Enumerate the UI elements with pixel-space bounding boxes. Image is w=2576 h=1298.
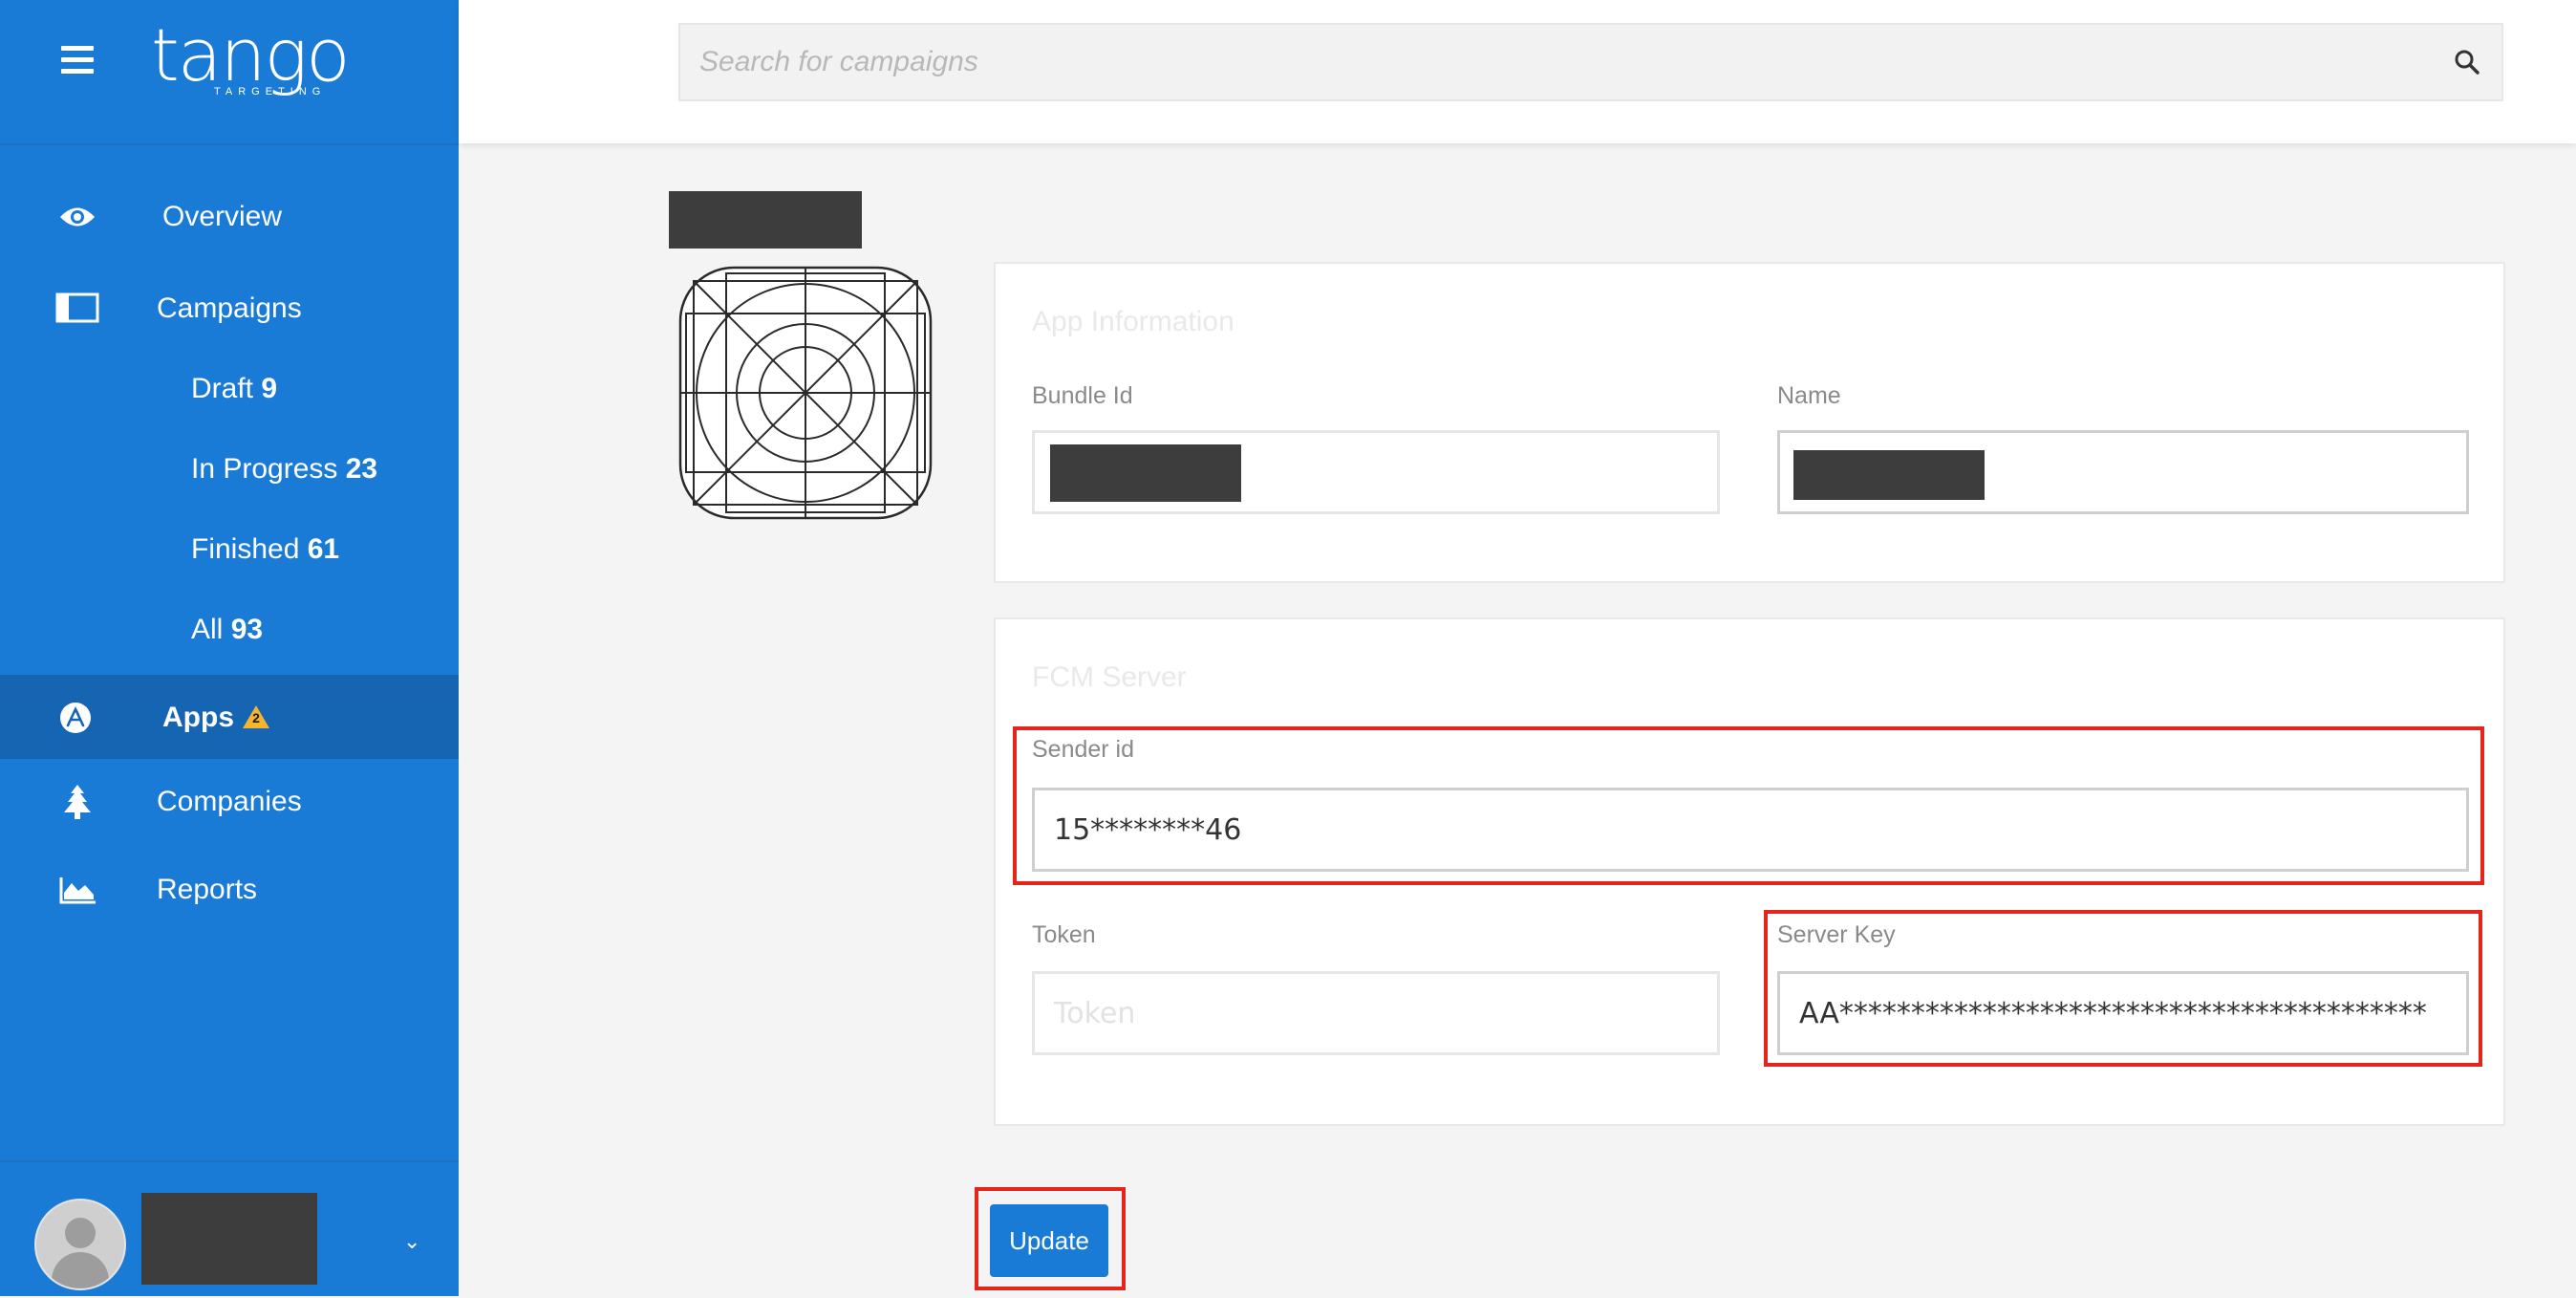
server-key-highlight [1764, 910, 2482, 1067]
campaign-filter-draft[interactable]: Draft 9 [191, 373, 277, 405]
logo[interactable]: tango TARGETING [151, 12, 351, 98]
eye-icon [60, 207, 95, 227]
sidebar-item-campaigns[interactable]: Campaigns [0, 273, 459, 342]
warning-icon: 2 [242, 704, 270, 729]
bundle-id-label: Bundle Id [1032, 382, 1133, 409]
token-field[interactable] [1032, 971, 1720, 1055]
search-box [678, 23, 2503, 101]
sidebar-item-label: Campaigns [157, 292, 302, 324]
filter-count: 9 [261, 373, 278, 404]
app-store-icon [60, 703, 91, 733]
name-label: Name [1777, 382, 1841, 409]
app-icon-placeholder[interactable] [676, 264, 934, 522]
area-chart-icon [59, 877, 96, 904]
bundle-id-redacted [1050, 444, 1241, 502]
app-title-redacted [669, 191, 862, 249]
sidebar-item-label-wrap: Apps 2 [162, 702, 270, 734]
warning-count: 2 [252, 710, 260, 726]
sidebar-item-reports[interactable]: Reports [0, 860, 459, 921]
name-field[interactable] [1777, 430, 2469, 514]
filter-label: In Progress [191, 453, 338, 485]
panel-title: FCM Server [1032, 661, 1187, 693]
avatar[interactable] [34, 1199, 126, 1290]
token-input[interactable] [1035, 974, 1717, 1052]
filter-count: 93 [230, 614, 264, 645]
filter-label: Finished [191, 533, 300, 565]
filter-count: 61 [307, 533, 340, 565]
brand-bar: tango TARGETING [0, 0, 459, 145]
top-bar [459, 0, 2576, 143]
chevron-down-icon[interactable]: ⌄ [403, 1229, 420, 1254]
search-input[interactable] [680, 25, 2419, 99]
sidebar-item-overview[interactable]: Overview [0, 182, 459, 254]
sidebar-item-label: Apps [162, 702, 234, 733]
logo-wordmark: tango [151, 12, 351, 97]
filter-label: All [191, 614, 224, 645]
sidebar-item-label: Overview [162, 201, 283, 232]
filter-label: Draft [191, 373, 254, 404]
token-label: Token [1032, 921, 1096, 948]
menu-icon[interactable] [61, 46, 94, 74]
user-name-redacted [141, 1193, 317, 1285]
campaign-filter-in-progress[interactable]: In Progress 23 [191, 453, 377, 486]
sidebar-panel-icon [55, 292, 99, 323]
update-button[interactable]: Update [990, 1204, 1108, 1277]
sender-id-highlight [1013, 726, 2484, 885]
tree-icon [64, 785, 91, 819]
app-information-panel: App Information Bundle Id Name [994, 262, 2505, 583]
sidebar: tango TARGETING Overview Campaigns Draft… [0, 0, 459, 1296]
panel-title: App Information [1032, 306, 1234, 337]
bundle-id-field[interactable] [1032, 430, 1720, 514]
name-redacted [1793, 450, 1985, 500]
sidebar-item-apps[interactable]: Apps 2 [0, 675, 459, 759]
sidebar-item-label: Reports [157, 874, 258, 905]
search-icon[interactable] [2454, 49, 2480, 76]
filter-count: 23 [345, 453, 378, 485]
campaign-filter-all[interactable]: All 93 [191, 614, 263, 646]
campaign-filter-finished[interactable]: Finished 61 [191, 533, 339, 566]
sidebar-item-label: Companies [157, 786, 302, 817]
sidebar-item-companies[interactable]: Companies [0, 772, 459, 833]
